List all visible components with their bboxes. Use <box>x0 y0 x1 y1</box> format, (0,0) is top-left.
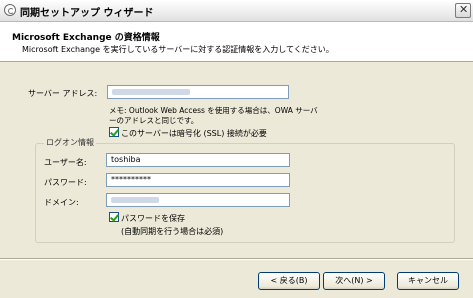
logon-info-group-label: ログオン情報 <box>44 137 96 148</box>
page-subtitle: Microsoft Exchange を実行しているサーバーに対する認証情報を入… <box>22 45 334 54</box>
save-password-label: パスワードを保存 <box>121 214 185 223</box>
title-bar: 同期セットアップ ウィザード ✕ <box>0 0 473 22</box>
save-password-checkbox[interactable] <box>109 212 119 222</box>
sync-app-icon <box>4 4 16 16</box>
close-button[interactable]: ✕ <box>455 3 471 18</box>
ssl-required-label: このサーバーは暗号化 (SSL) 接続が必要 <box>121 129 267 138</box>
save-password-note: (自動同期を行う場合は必須) <box>121 227 224 236</box>
next-button[interactable]: 次へ(N) > <box>323 272 385 290</box>
back-button[interactable]: < 戻る(B) <box>258 272 320 290</box>
redacted-server-address <box>112 89 190 95</box>
server-address-note: メモ: Outlook Web Access を使用する場合は、OWA サーバ … <box>109 106 318 126</box>
wizard-header: Microsoft Exchange の資格情報 Microsoft Excha… <box>0 22 473 62</box>
ssl-required-checkbox[interactable] <box>109 127 119 137</box>
password-input[interactable]: ********** <box>106 173 290 187</box>
domain-input[interactable] <box>106 193 290 207</box>
redacted-domain <box>111 197 159 203</box>
domain-label: ドメイン: <box>44 198 79 207</box>
server-address-label: サーバー アドレス: <box>28 89 98 98</box>
footer-divider <box>0 258 473 260</box>
password-label: パスワード: <box>44 178 87 187</box>
cancel-button[interactable]: キャンセル <box>397 272 459 290</box>
username-input[interactable]: toshiba <box>106 153 290 167</box>
window-title: 同期セットアップ ウィザード <box>20 8 154 19</box>
username-label: ユーザー名: <box>44 158 87 167</box>
note-line-1: メモ: Outlook Web Access を使用する場合は、OWA サーバ <box>109 106 318 115</box>
page-title: Microsoft Exchange の資格情報 <box>12 33 160 43</box>
close-icon: ✕ <box>459 3 469 16</box>
note-line-2: ーのアドレスと同じです。 <box>109 116 199 125</box>
server-address-field[interactable] <box>107 85 289 99</box>
